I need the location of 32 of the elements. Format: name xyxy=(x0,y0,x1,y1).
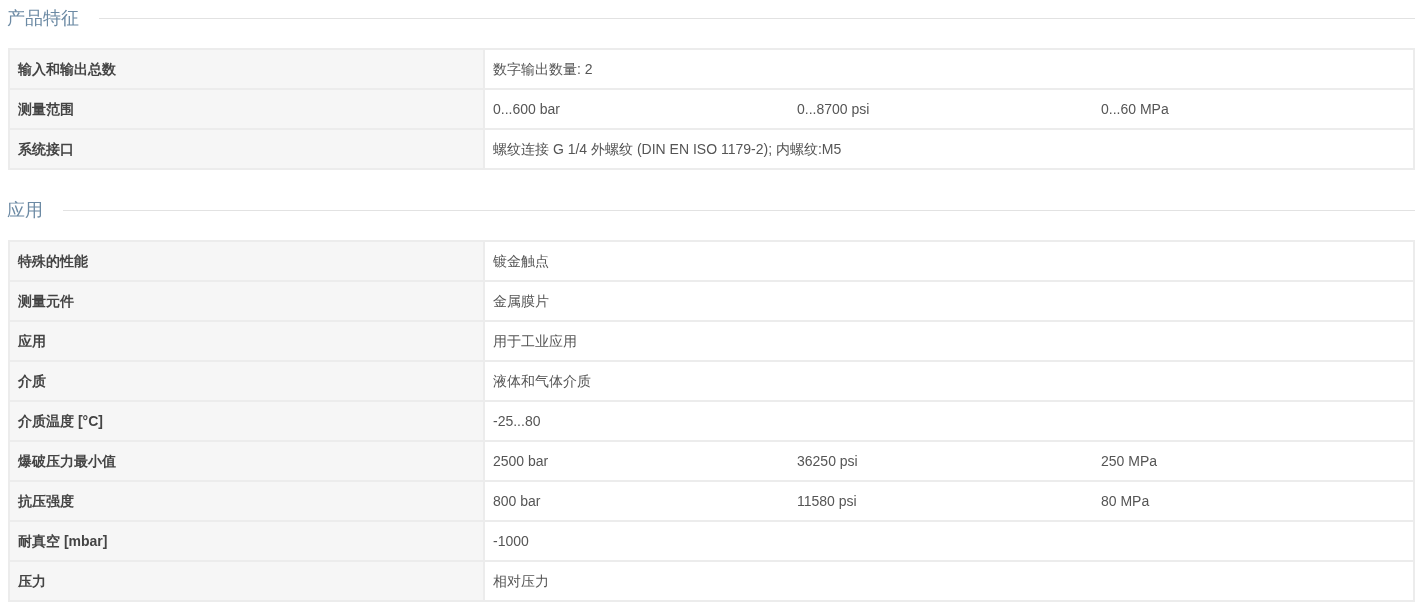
label-cell: 测量元件 xyxy=(9,281,484,321)
value-text: 250 MPa xyxy=(1101,451,1159,471)
label-cell: 应用 xyxy=(9,321,484,361)
value-text: 800 bar xyxy=(493,491,542,511)
value-text: 螺纹连接 G 1/4 外螺纹 (DIN EN ISO 1179-2); 内螺纹:M5 xyxy=(493,139,842,159)
value-text: 36250 psi xyxy=(797,451,859,471)
label-cell: 介质 xyxy=(9,361,484,401)
value-text: 0...8700 psi xyxy=(797,99,871,119)
value-text: -1000 xyxy=(493,531,529,551)
label-cell: 爆破压力最小值 xyxy=(9,441,484,481)
label-cell: 测量范围 xyxy=(9,89,484,129)
value-text: -25...80 xyxy=(493,411,541,431)
value-text: 2500 bar xyxy=(493,451,550,471)
value-text: 液体和气体介质 xyxy=(493,371,591,391)
value-text: 用于工业应用 xyxy=(493,331,577,351)
label-cell: 耐真空 [mbar] xyxy=(9,521,484,561)
value-text: 0...600 bar xyxy=(493,99,561,119)
value-text: 11580 psi xyxy=(797,491,858,511)
label-cell: 介质温度 [°C] xyxy=(9,401,484,441)
value-text: 数字输出数量: 2 xyxy=(493,59,593,79)
value-text: 镀金触点 xyxy=(493,251,549,271)
section-title: 应用 xyxy=(7,198,44,222)
value-text: 金属膜片 xyxy=(493,291,549,311)
label-cell: 特殊的性能 xyxy=(9,241,484,281)
value-text: 相对压力 xyxy=(493,571,549,591)
label-cell: 系统接口 xyxy=(9,129,484,169)
section-title: 产品特征 xyxy=(7,6,80,30)
value-text: 80 MPa xyxy=(1101,491,1151,511)
label-cell: 抗压强度 xyxy=(9,481,484,521)
label-cell: 输入和输出总数 xyxy=(9,49,484,89)
value-text: 0...60 MPa xyxy=(1101,99,1170,119)
label-cell: 压力 xyxy=(9,561,484,601)
